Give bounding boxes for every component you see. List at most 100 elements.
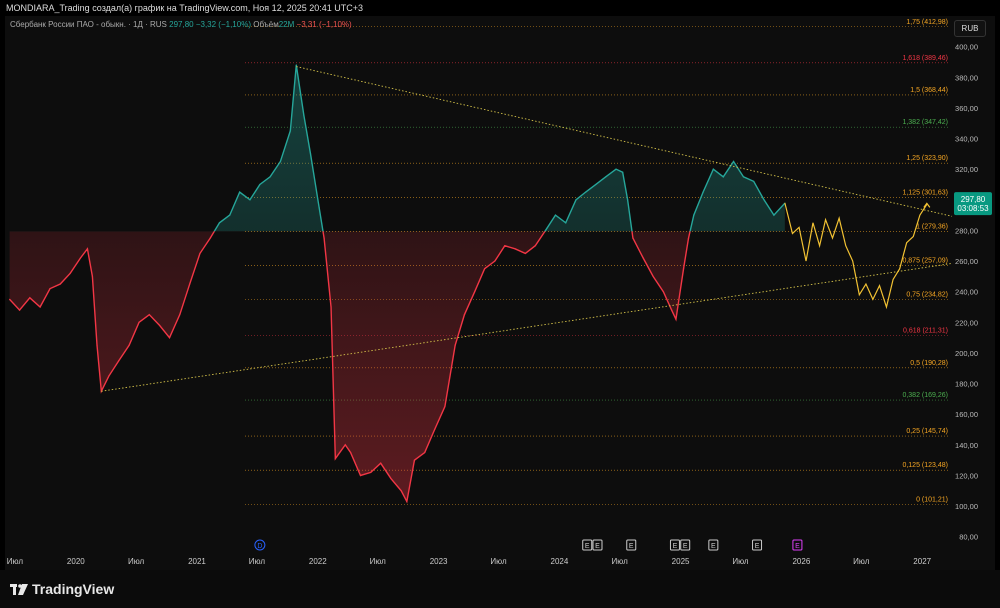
price-point <box>148 314 150 316</box>
dividend-marker[interactable]: D <box>254 539 266 551</box>
price-point <box>565 222 567 224</box>
price-point <box>424 451 426 454</box>
price-point <box>79 257 82 259</box>
y-tick-label: 100,00 <box>955 502 978 511</box>
fib-label: 1,125 (301,63) <box>902 189 948 196</box>
fib-label: 0,618 (211,31) <box>903 328 948 335</box>
x-tick-label: Июл <box>853 557 870 566</box>
volume-value: 22M <box>278 20 295 29</box>
price-point <box>344 444 346 446</box>
price-point <box>69 272 71 274</box>
price-point <box>295 64 297 66</box>
fib-label: 1,382 (347,42) <box>902 119 948 126</box>
earnings-marker[interactable]: E <box>582 539 593 551</box>
price-point <box>189 283 191 285</box>
price-point <box>474 291 476 293</box>
x-tick-label: 2025 <box>672 557 690 566</box>
y-tick-label: 360,00 <box>955 104 978 113</box>
fib-label: 0,125 (123,48) <box>902 462 948 469</box>
symbol-name: Сбербанк России ПАО - обыкн. · 1Д · RUS <box>10 20 167 29</box>
y-tick-label: 180,00 <box>955 380 978 389</box>
y-tick-label: 280,00 <box>955 226 978 235</box>
price-point <box>303 114 305 117</box>
fib-label: 0,382 (169,26) <box>902 392 948 399</box>
fib-label: 0,5 (190,28) <box>910 360 948 367</box>
price-point <box>118 360 120 362</box>
event-marker-label: E <box>711 543 716 550</box>
price-point <box>652 275 654 277</box>
event-marker-label: E <box>629 543 634 550</box>
x-tick-label: Июл <box>370 557 387 566</box>
price-point <box>330 306 332 308</box>
fib-label: 1,75 (412,98) <box>906 19 948 26</box>
last-price: 297,80 <box>169 20 194 29</box>
y-tick-label: 80,00 <box>959 533 978 542</box>
y-tick-label: 160,00 <box>955 410 978 419</box>
price-point <box>712 168 714 170</box>
price-point <box>627 199 629 201</box>
price-point <box>534 245 536 247</box>
price-point <box>494 260 496 262</box>
x-tick-label: 2024 <box>551 557 569 566</box>
price-point <box>96 344 98 346</box>
currency-button[interactable]: RUB <box>954 20 986 37</box>
volume-change: −3,31 (−1,10%) <box>296 20 352 29</box>
price-point <box>742 176 745 178</box>
price-point <box>323 237 325 239</box>
y-tick-label: 260,00 <box>955 257 978 266</box>
x-tick-label: Июл <box>128 557 145 566</box>
earnings-marker[interactable]: E <box>752 539 763 551</box>
price-point <box>632 237 634 239</box>
event-markers[interactable]: DEEEEEEEE <box>254 539 803 551</box>
fib-label: 0,75 (234,82) <box>906 292 948 299</box>
price-point <box>693 214 695 216</box>
price-point <box>406 500 408 503</box>
x-tick-label: 2022 <box>309 557 327 566</box>
price-point <box>249 199 251 201</box>
price-point <box>218 222 221 224</box>
x-tick-label: Июл <box>732 557 749 566</box>
y-tick-label: 320,00 <box>955 165 978 174</box>
price-point <box>18 309 21 311</box>
price-point <box>444 405 446 408</box>
price-point <box>595 183 597 186</box>
price-tag: 297,80 03:08:53 <box>954 192 992 216</box>
earnings-marker[interactable]: E <box>708 539 719 551</box>
price-point <box>722 176 724 178</box>
earnings-marker[interactable]: E <box>669 539 680 551</box>
price-point <box>763 199 765 201</box>
y-tick-label: 200,00 <box>955 349 978 358</box>
event-marker-label: E <box>595 543 600 550</box>
price-point <box>309 153 312 155</box>
trendline[interactable] <box>101 262 953 392</box>
footer <box>0 570 1000 608</box>
price-point <box>29 297 31 299</box>
price-point <box>269 176 271 178</box>
x-axis[interactable]: Июл 2020 Июл 2021 Июл 2022 Июл 2023 Июл 2024 Июл 20… <box>7 557 932 566</box>
fib-label: 1,618 (389,46) <box>902 55 948 62</box>
x-tick-label: Июл <box>490 557 507 566</box>
price-point <box>259 183 261 186</box>
earnings-marker[interactable]: E <box>626 539 637 551</box>
event-marker-label: E <box>673 543 678 550</box>
earnings-marker[interactable]: E <box>592 539 603 551</box>
price-tag-timer: 03:08:53 <box>957 204 989 213</box>
price-point <box>239 191 241 193</box>
price-point <box>39 306 41 308</box>
price-point <box>229 214 231 216</box>
fib-label: 1,5 (368,44) <box>910 87 948 94</box>
tradingview-logo[interactable]: TradingView <box>10 581 114 597</box>
price-point <box>687 237 690 239</box>
price-point <box>138 321 140 323</box>
price-chart[interactable]: 1,75 (412,98) 1,618 (389,46) 1,5 (368,44) 1… <box>0 0 1000 608</box>
y-tick-label: 380,00 <box>955 73 978 82</box>
price-point <box>675 318 677 320</box>
price-point <box>400 490 402 492</box>
symbol-legend[interactable]: Сбербанк России ПАО - обыкн. · 1Д · RUS … <box>10 20 352 29</box>
price-point <box>199 252 201 254</box>
event-marker-label: E <box>795 543 800 550</box>
y-axis[interactable]: 400,00380,00360,00340,00320,00300,00280,… <box>955 43 978 542</box>
earnings-marker[interactable]: E <box>680 539 691 551</box>
tradingview-logo-text: TradingView <box>32 581 115 597</box>
earnings-marker[interactable]: E <box>792 539 803 551</box>
